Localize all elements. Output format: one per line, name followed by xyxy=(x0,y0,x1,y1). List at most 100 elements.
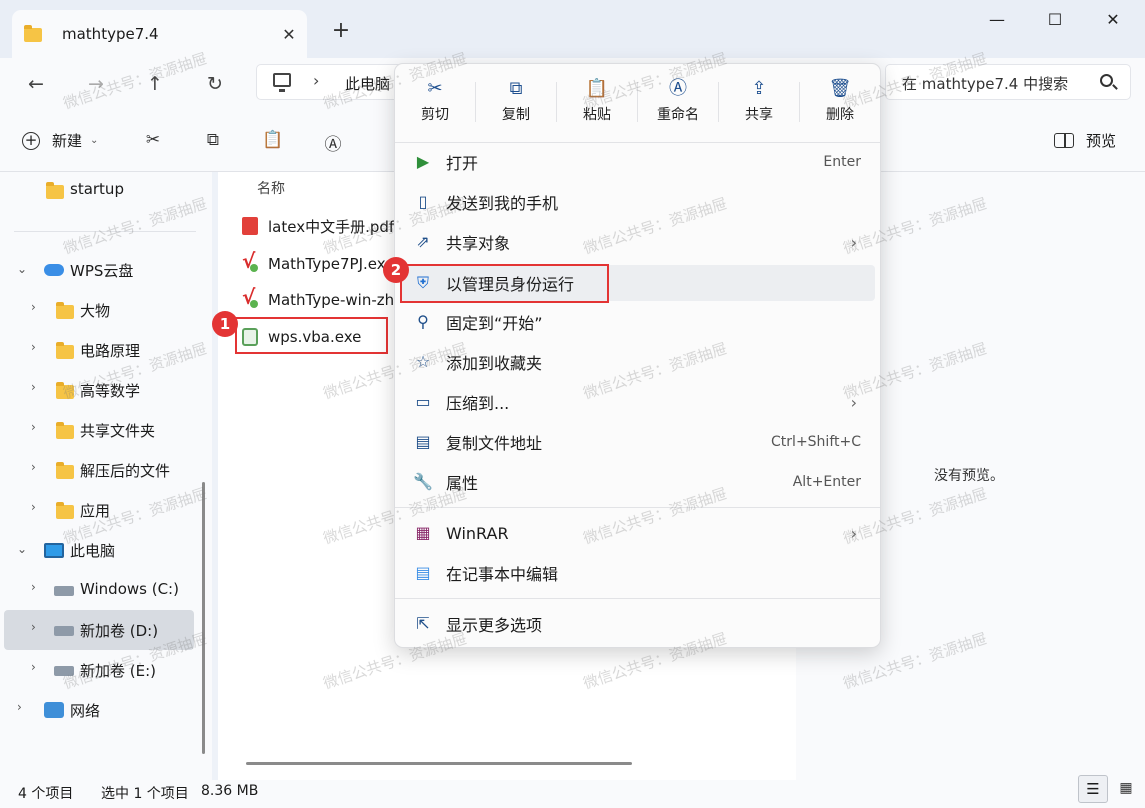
menu-cut-button[interactable]: ✂ 剪切 xyxy=(397,76,473,132)
sidebar-item-apps[interactable]: › 应用 xyxy=(0,492,200,528)
sidebar-item-math[interactable]: › 高等数学 xyxy=(0,372,200,408)
menu-item-edit-notepad[interactable]: ▤ 在记事本中编辑 xyxy=(400,555,875,591)
paste-button[interactable]: 📋 xyxy=(260,130,286,154)
quick-action-divider xyxy=(475,82,476,122)
chevron-right-icon[interactable]: › xyxy=(31,420,36,434)
sidebar-item-drive-e[interactable]: › 新加卷 (E:) xyxy=(0,652,200,688)
maximize-button[interactable]: ☐ xyxy=(1032,6,1078,34)
new-tab-button[interactable]: + xyxy=(326,16,356,46)
menu-delete-button[interactable]: 🗑 删除 xyxy=(802,76,878,132)
file-name: MathType7PJ.exe xyxy=(268,255,395,273)
step-badge-2: 2 xyxy=(383,257,409,283)
sidebar-item-label: 新加卷 (D:) xyxy=(80,622,159,640)
chevron-down-icon[interactable]: ⌄ xyxy=(17,262,27,276)
menu-cut-label: 剪切 xyxy=(421,107,449,123)
sidebar-item-label: 此电脑 xyxy=(70,542,116,560)
horizontal-scrollbar[interactable] xyxy=(246,762,632,765)
menu-item-show-more[interactable]: ⇱ 显示更多选项 xyxy=(400,606,875,642)
chevron-right-icon[interactable]: › xyxy=(31,500,36,514)
menu-item-winrar[interactable]: ▦ WinRAR › xyxy=(400,515,875,551)
tab-title: mathtype7.4 xyxy=(62,25,159,43)
notepad-icon: ▤ xyxy=(415,563,431,582)
back-button[interactable]: ← xyxy=(18,70,54,98)
breadcrumb-this-pc[interactable]: 此电脑 xyxy=(345,73,390,94)
sidebar-item-label: 大物 xyxy=(80,302,111,320)
menu-item-properties[interactable]: 🔧 属性 Alt+Enter xyxy=(400,464,875,500)
copy-button[interactable]: ⧉ xyxy=(200,130,226,154)
trash-icon: 🗑 xyxy=(828,78,852,99)
close-window-button[interactable]: ✕ xyxy=(1090,6,1136,34)
menu-rename-button[interactable]: Ⓐ 重命名 xyxy=(640,76,716,132)
chevron-down-icon[interactable]: ⌄ xyxy=(17,542,27,556)
search-icon[interactable] xyxy=(1100,74,1113,87)
sidebar-item-extracted[interactable]: › 解压后的文件 xyxy=(0,452,200,488)
chevron-right-icon[interactable]: › xyxy=(31,660,36,674)
chevron-down-icon: ⌄ xyxy=(90,135,99,146)
address-bar[interactable]: › 此电脑 xyxy=(256,64,416,100)
file-item-mathtype7pj[interactable]: MathType7PJ.exe xyxy=(242,248,394,280)
file-item-latex-pdf[interactable]: latex中文手册.pdf xyxy=(242,210,394,242)
scissors-icon: ✂ xyxy=(427,78,443,99)
search-input[interactable]: 在 mathtype7.4 中搜索 xyxy=(885,64,1131,100)
menu-item-compress[interactable]: ▭ 压缩到... › xyxy=(400,384,875,420)
cut-button[interactable]: ✂ xyxy=(140,130,166,154)
copy-path-icon: ▤ xyxy=(415,432,431,451)
sidebar-item-startup[interactable]: startup xyxy=(0,172,200,208)
winrar-icon: ▦ xyxy=(415,523,431,542)
sidebar-item-circuit[interactable]: › 电路原理 xyxy=(0,332,200,368)
rename-button[interactable]: Ⓐ xyxy=(320,130,346,155)
chevron-right-icon[interactable]: › xyxy=(31,460,36,474)
tab-close-icon[interactable]: ✕ xyxy=(271,25,307,44)
column-header-name[interactable]: 名称 xyxy=(257,178,285,198)
phone-icon: ▯ xyxy=(418,192,428,211)
quick-action-divider xyxy=(637,82,638,122)
sidebar-item-label: startup xyxy=(70,180,124,198)
tab-mathtype[interactable]: mathtype7.4 ✕ xyxy=(12,10,307,58)
chevron-right-icon[interactable]: › xyxy=(31,380,36,394)
status-bar: 4 个项目 选中 1 个项目 8.36 MB xyxy=(0,780,1145,808)
menu-item-send-to-phone[interactable]: ▯ 发送到我的手机 xyxy=(400,184,875,220)
menu-item-label: 打开 xyxy=(446,154,479,173)
sidebar-item-drive-d[interactable]: › 新加卷 (D:) xyxy=(0,612,200,648)
archive-icon: ▭ xyxy=(415,392,431,411)
menu-item-copy-path[interactable]: ▤ 复制文件地址 Ctrl+Shift+C xyxy=(400,424,875,460)
pdf-file-icon xyxy=(242,217,258,235)
chevron-right-icon[interactable]: › xyxy=(31,340,36,354)
menu-item-label: 共享对象 xyxy=(446,234,511,253)
sidebar-item-this-pc[interactable]: ⌄ 此电脑 xyxy=(0,532,200,568)
chevron-right-icon[interactable]: › xyxy=(31,580,36,594)
forward-button[interactable]: → xyxy=(78,70,114,98)
folder-icon xyxy=(24,25,44,42)
menu-copy-button[interactable]: ⧉ 复制 xyxy=(478,76,554,132)
sidebar-item-shared[interactable]: › 共享文件夹 xyxy=(0,412,200,448)
menu-item-share-with[interactable]: ⇗ 共享对象 › xyxy=(400,224,875,260)
menu-item-label: 固定到“开始” xyxy=(446,314,543,333)
menu-item-label: 复制文件地址 xyxy=(446,434,543,453)
details-view-button[interactable]: ☰ xyxy=(1078,775,1108,803)
sidebar-scrollbar[interactable] xyxy=(202,482,205,754)
menu-item-open[interactable]: ▶ 打开 Enter xyxy=(400,144,875,180)
tiles-view-button[interactable]: ▦ xyxy=(1114,780,1138,802)
menu-divider xyxy=(395,142,880,143)
sidebar-item-dawu[interactable]: › 大物 xyxy=(0,292,200,328)
chevron-right-icon[interactable]: › xyxy=(31,620,36,634)
menu-share-button[interactable]: ⇪ 共享 xyxy=(721,76,797,132)
item-count: 4 个项目 xyxy=(18,786,74,802)
menu-item-pin-to-start[interactable]: ⚲ 固定到“开始” xyxy=(400,304,875,340)
file-item-mathtype-win[interactable]: MathType-win-zh xyxy=(242,284,394,316)
chevron-right-icon[interactable]: › xyxy=(31,300,36,314)
shared-folder-icon xyxy=(56,422,74,439)
menu-item-shortcut: Alt+Enter xyxy=(792,474,861,490)
new-button[interactable]: + 新建 ⌄ xyxy=(22,130,98,151)
minimize-button[interactable]: — xyxy=(974,6,1020,34)
chevron-right-icon[interactable]: › xyxy=(17,700,22,714)
up-button[interactable]: ↑ xyxy=(137,70,173,98)
sidebar-item-network[interactable]: › 网络 xyxy=(0,692,200,728)
preview-toggle-button[interactable]: 预览 xyxy=(1054,130,1116,151)
refresh-button[interactable]: ↻ xyxy=(197,70,233,98)
menu-paste-button[interactable]: 📋 粘贴 xyxy=(559,76,635,132)
menu-item-add-favorites[interactable]: ☆ 添加到收藏夹 xyxy=(400,344,875,380)
sidebar-item-wps-cloud[interactable]: ⌄ WPS云盘 xyxy=(0,252,200,288)
sidebar-item-drive-c[interactable]: › Windows (C:) xyxy=(0,572,200,608)
menu-delete-label: 删除 xyxy=(826,107,854,123)
